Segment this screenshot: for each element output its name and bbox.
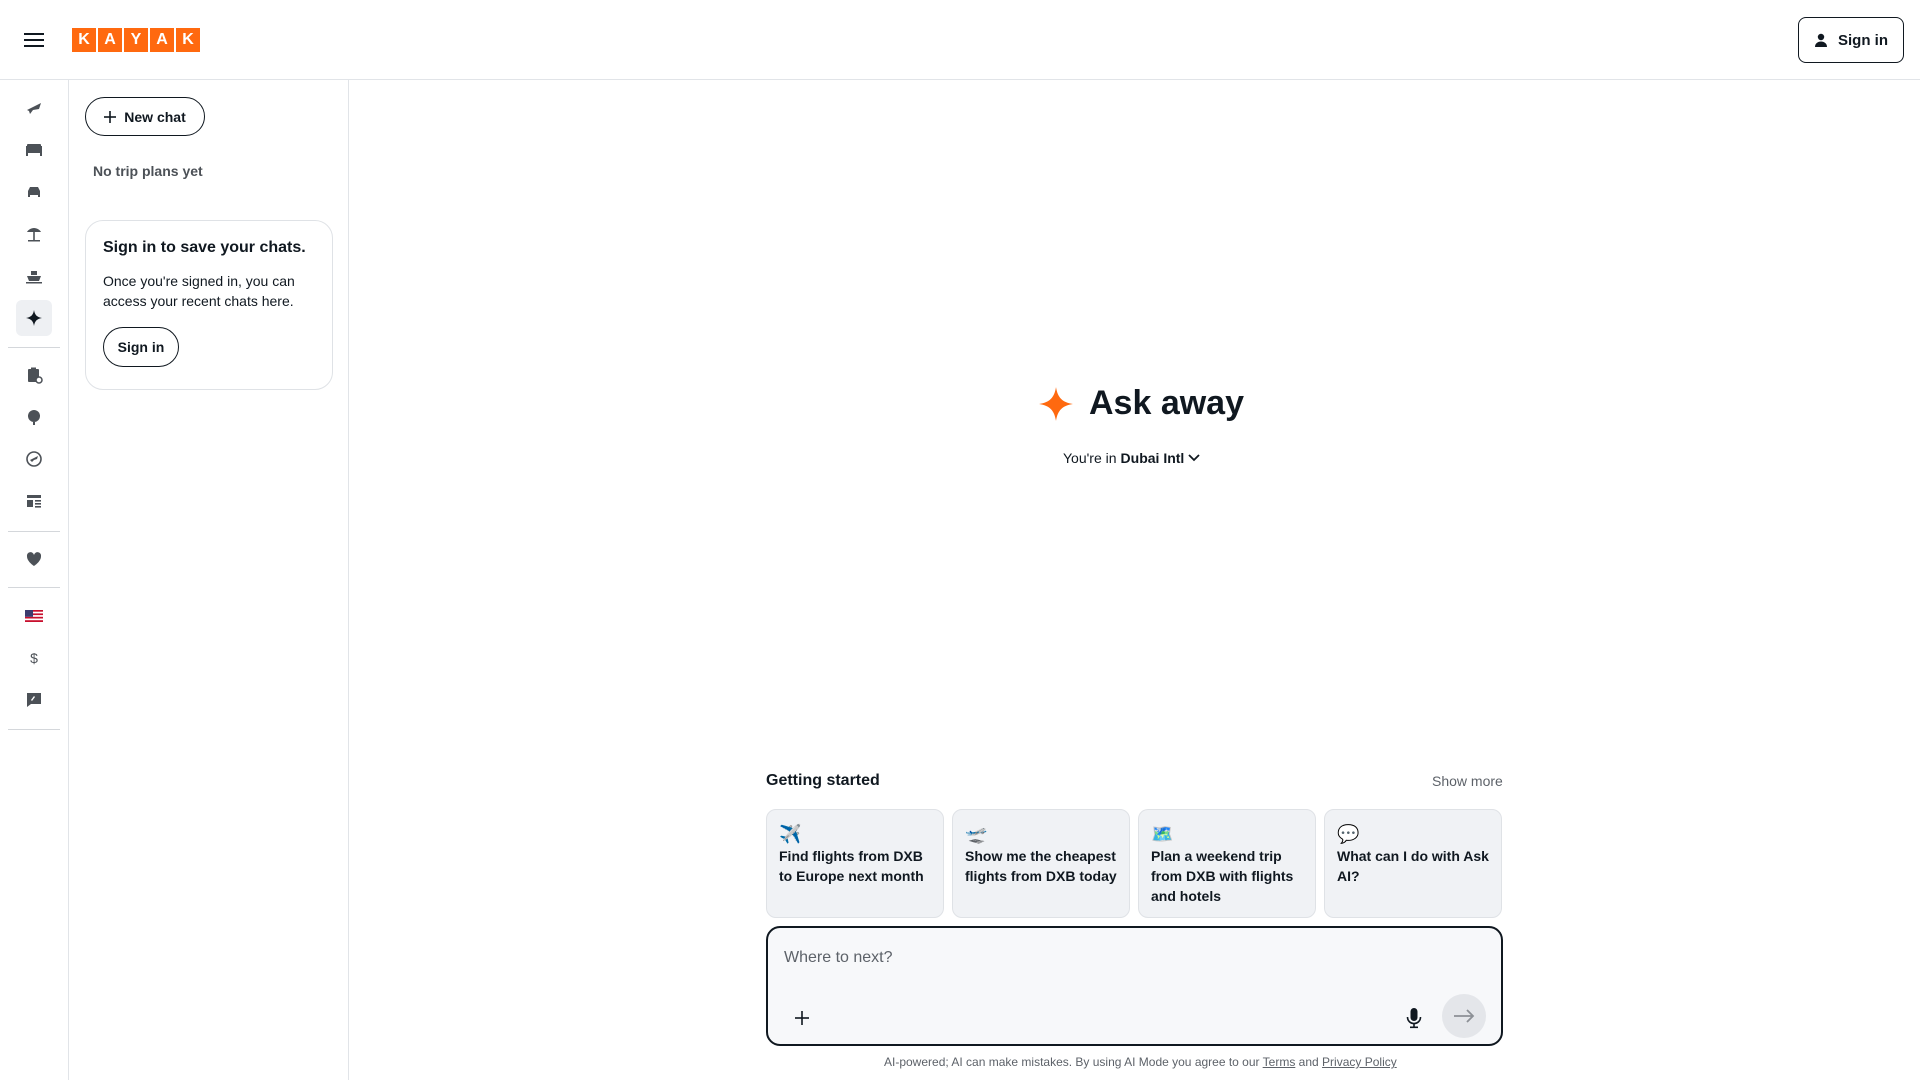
attach-plus-icon[interactable] xyxy=(784,1000,820,1036)
left-nav-rail: $ xyxy=(0,80,69,1080)
rail-item-business[interactable] xyxy=(16,483,52,519)
departure-icon: 🛫 xyxy=(965,824,988,844)
getting-started-heading: Getting started xyxy=(766,772,880,789)
packages-icon xyxy=(27,228,41,242)
feedback-icon xyxy=(27,693,41,707)
hero: Ask away xyxy=(1037,384,1244,423)
rail-item-flights[interactable] xyxy=(16,90,52,126)
cars-icon xyxy=(28,187,40,197)
suggestion-card[interactable]: 🗺️ Plan a weekend trip from DXB with fli… xyxy=(1138,809,1316,918)
rail-item-flight-tracker[interactable] xyxy=(16,441,52,477)
map-icon: 🗺️ xyxy=(1151,824,1174,844)
suggestion-cards: ✈️ Find flights from DXB to Europe next … xyxy=(766,809,1502,919)
send-arrow-button[interactable] xyxy=(1442,994,1486,1038)
rail-divider xyxy=(8,729,60,730)
suggestion-text: What can I do with Ask AI? xyxy=(1337,848,1489,884)
chats-panel: New chat No trip plans yet Sign in to sa… xyxy=(69,80,349,1080)
rail-item-currency[interactable]: $ xyxy=(16,640,52,676)
sign-in-label: Sign in xyxy=(1838,31,1888,49)
sign-in-card: Sign in to save your chats. Once you're … xyxy=(85,220,333,390)
suggestion-card[interactable]: 💬 What can I do with Ask AI? xyxy=(1324,809,1502,918)
logo-letter: Y xyxy=(124,28,148,52)
explore-icon xyxy=(28,410,40,425)
disclaimer-text: AI-powered; AI can make mistakes. By usi… xyxy=(884,1055,1260,1069)
airplane-icon: ✈️ xyxy=(779,824,802,844)
rail-divider xyxy=(8,531,60,532)
dollar-icon: $ xyxy=(30,650,38,666)
logo-letter: A xyxy=(98,28,122,52)
stays-icon xyxy=(26,144,42,156)
rail-item-language[interactable] xyxy=(16,598,52,634)
terms-link[interactable]: Terms xyxy=(1263,1055,1296,1069)
logo-letter: A xyxy=(150,28,174,52)
trips-icon xyxy=(28,367,43,384)
flight-tracker-icon xyxy=(26,451,42,467)
heart-icon xyxy=(26,552,42,566)
microphone-icon[interactable] xyxy=(1396,1000,1432,1036)
rail-item-cars[interactable] xyxy=(16,174,52,210)
card-sign-in-button[interactable]: Sign in xyxy=(103,327,179,367)
chat-composer xyxy=(766,926,1503,1046)
flights-icon xyxy=(27,103,41,114)
cruises-icon xyxy=(26,271,42,284)
rail-divider xyxy=(8,347,60,348)
hamburger-menu-icon[interactable] xyxy=(18,24,50,56)
plus-icon xyxy=(104,110,117,123)
chevron-down-icon xyxy=(1188,454,1200,462)
page-title: Ask away xyxy=(1089,384,1244,422)
business-icon xyxy=(27,495,41,508)
rail-item-ai-mode[interactable] xyxy=(16,300,52,336)
ai-disclaimer: AI-powered; AI can make mistakes. By usi… xyxy=(884,1055,1397,1069)
card-title: Sign in to save your chats. xyxy=(103,239,306,256)
new-chat-label: New chat xyxy=(124,108,186,125)
speech-bubble-icon: 💬 xyxy=(1337,824,1360,844)
rail-item-explore[interactable] xyxy=(16,399,52,435)
disclaimer-and: and xyxy=(1298,1055,1319,1069)
logo-letter: K xyxy=(72,28,96,52)
location-selector[interactable]: You're in Dubai Intl xyxy=(1063,450,1200,466)
top-header: K A Y A K Sign in xyxy=(0,0,1920,80)
rail-item-trips[interactable] xyxy=(16,357,52,393)
location-value: Dubai Intl xyxy=(1120,450,1185,466)
chat-input[interactable] xyxy=(784,946,1464,970)
kayak-logo[interactable]: K A Y A K xyxy=(72,28,200,52)
orange-sparkle-icon xyxy=(1039,386,1073,421)
card-body: Once you're signed in, you can access yo… xyxy=(103,273,295,309)
rail-item-packages[interactable] xyxy=(16,216,52,252)
logo-letter: K xyxy=(176,28,200,52)
location-prefix: You're in xyxy=(1063,450,1117,466)
rail-item-stays[interactable] xyxy=(16,132,52,168)
privacy-policy-link[interactable]: Privacy Policy xyxy=(1322,1055,1397,1069)
rail-divider xyxy=(8,587,60,588)
no-trips-text: No trip plans yet xyxy=(93,163,203,179)
us-flag-icon xyxy=(25,610,43,622)
user-icon xyxy=(1815,33,1827,47)
rail-item-feedback[interactable] xyxy=(16,682,52,718)
ai-sparkle-icon xyxy=(26,310,42,326)
suggestion-text: Show me the cheapest flights from DXB to… xyxy=(965,848,1117,884)
arrow-right-icon xyxy=(1454,1009,1475,1023)
new-chat-button[interactable]: New chat xyxy=(85,97,205,136)
header-sign-in-button[interactable]: Sign in xyxy=(1798,17,1904,63)
suggestion-text: Find flights from DXB to Europe next mon… xyxy=(779,848,924,884)
show-more-link[interactable]: Show more xyxy=(1432,773,1503,789)
suggestion-text: Plan a weekend trip from DXB with flight… xyxy=(1151,848,1294,904)
suggestion-card[interactable]: 🛫 Show me the cheapest flights from DXB … xyxy=(952,809,1130,918)
rail-item-saved[interactable] xyxy=(16,541,52,577)
suggestion-card[interactable]: ✈️ Find flights from DXB to Europe next … xyxy=(766,809,944,918)
rail-item-cruises[interactable] xyxy=(16,258,52,294)
